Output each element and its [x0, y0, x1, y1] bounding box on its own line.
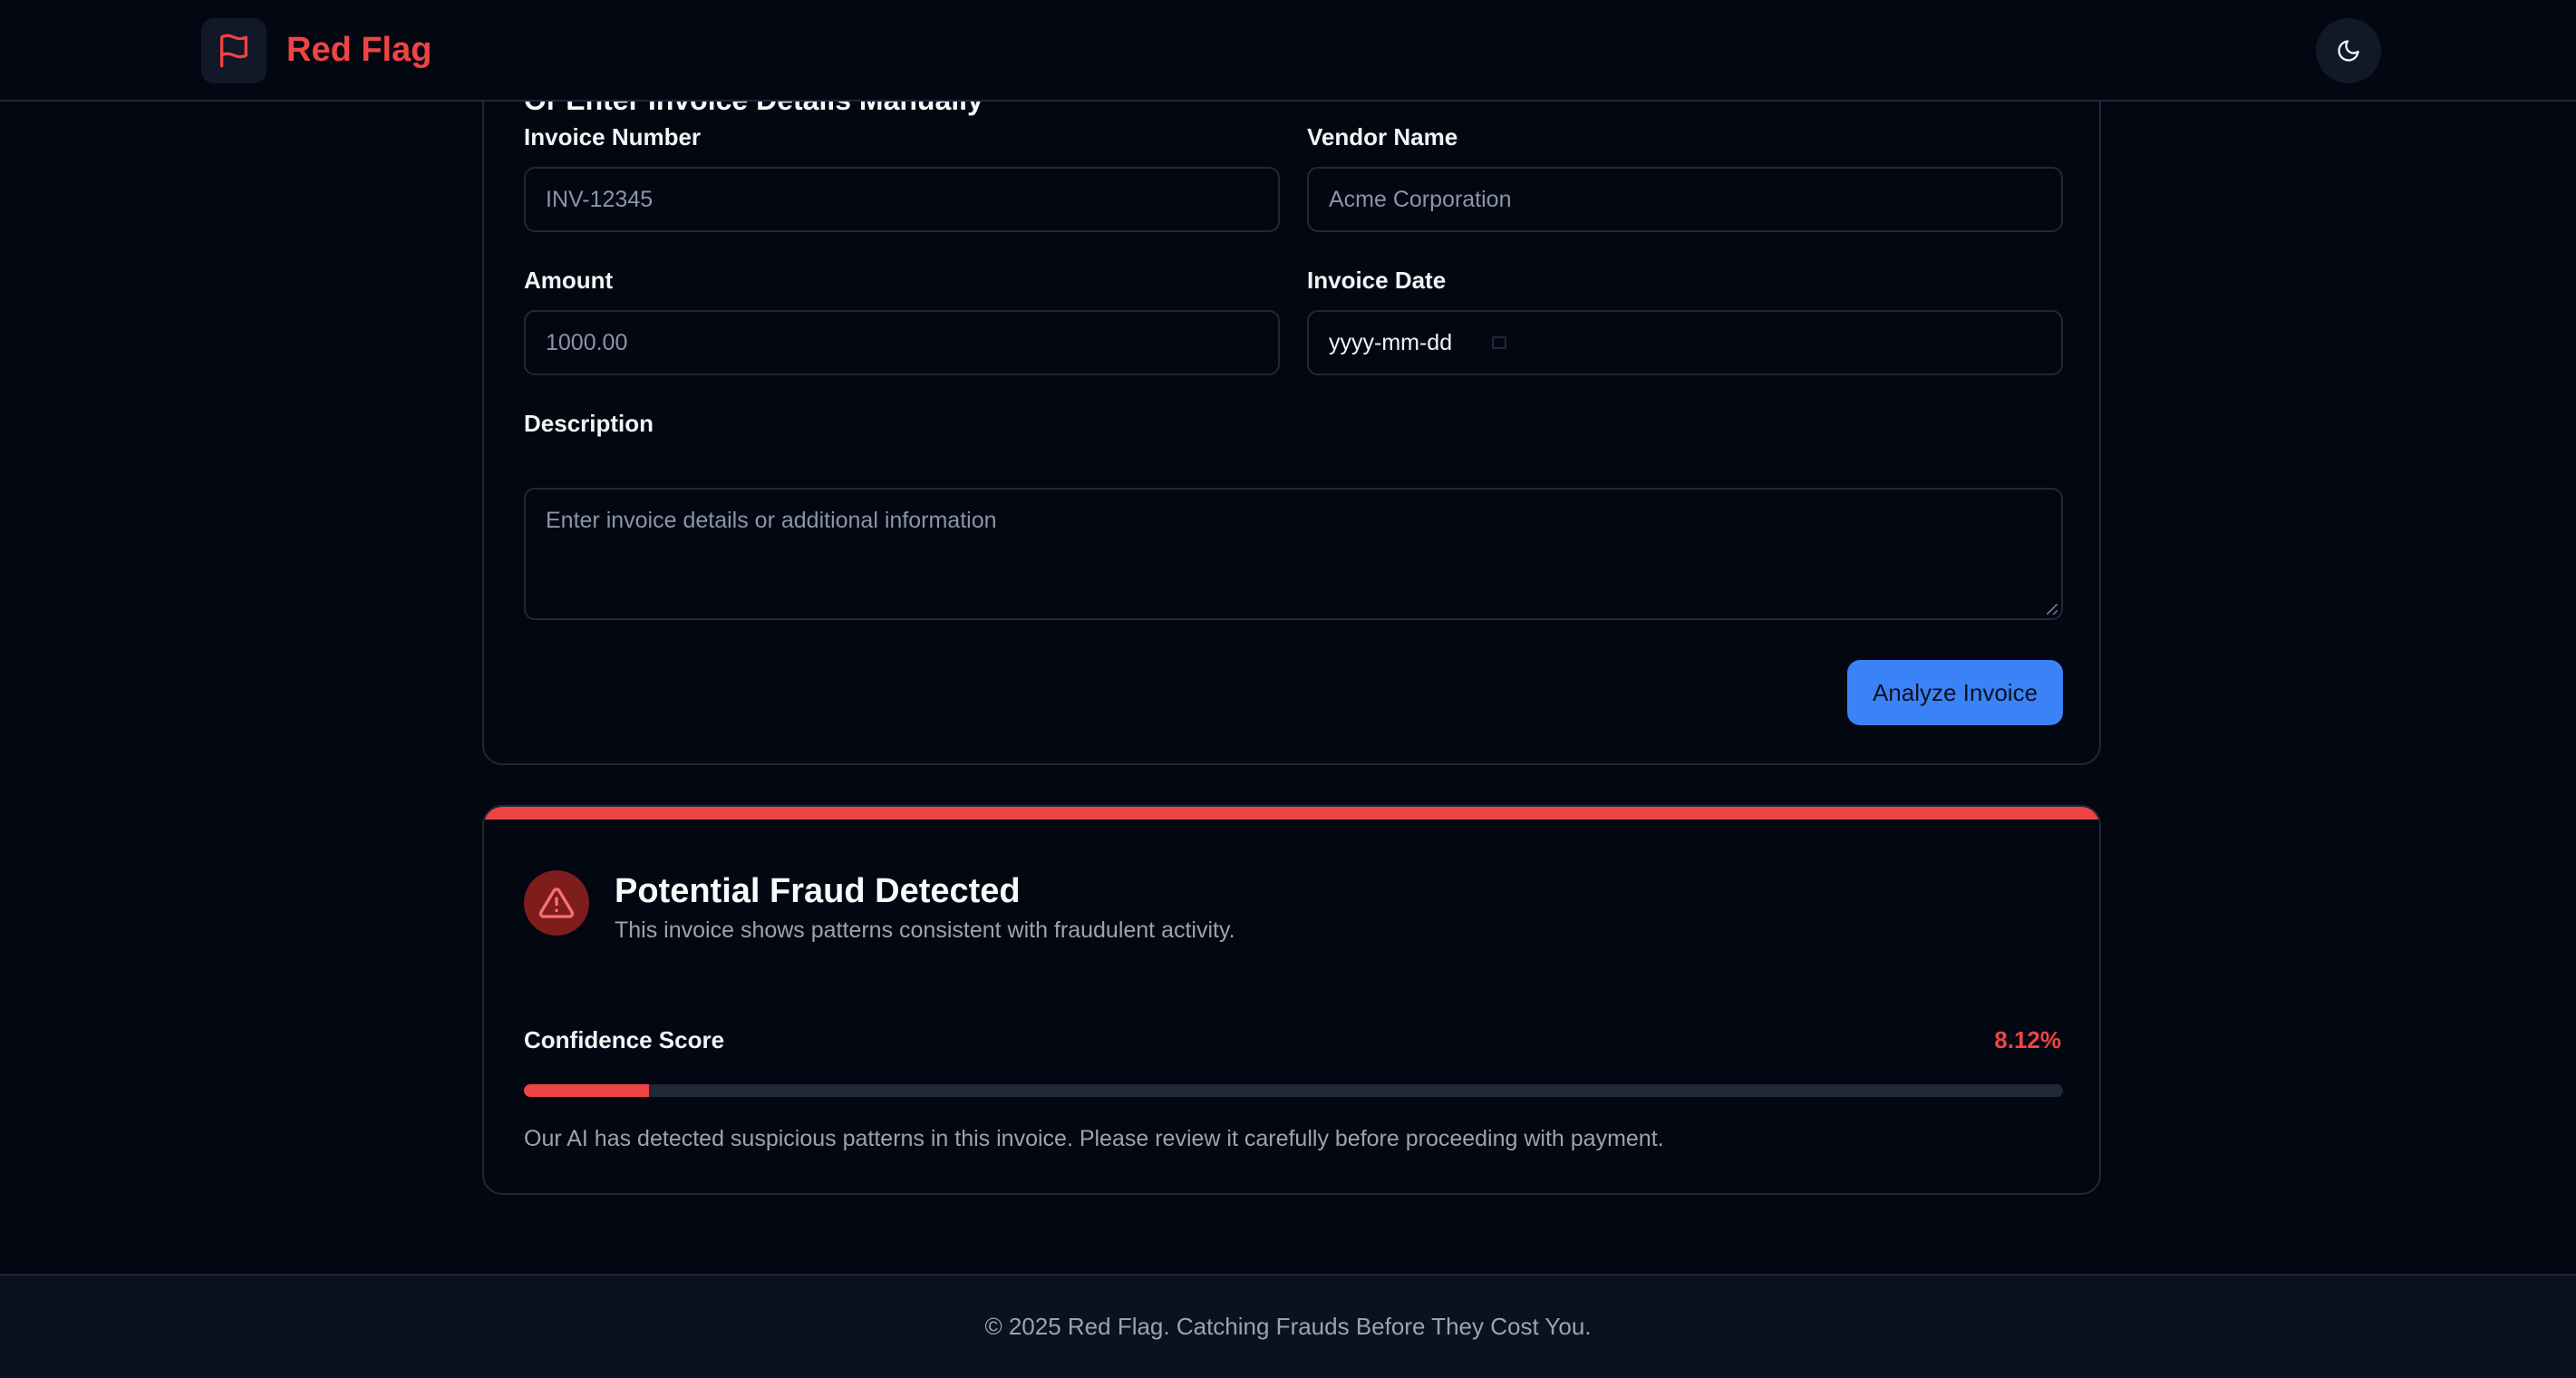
alert-triangle-icon [538, 888, 575, 918]
top-navbar: Red Flag [0, 0, 2576, 102]
invoice-date-placeholder: yyyy-mm-dd [1329, 329, 1453, 355]
amount-input[interactable]: 1000.00 [524, 310, 1280, 375]
alert-badge [524, 870, 589, 936]
confidence-progress-bar [524, 1084, 2063, 1097]
amount-label: Amount [524, 267, 614, 294]
vendor-name-input[interactable]: Acme Corporation [1307, 167, 2063, 232]
logo[interactable] [201, 18, 266, 83]
invoice-number-placeholder: INV-12345 [546, 186, 654, 212]
confidence-progress-fill [524, 1084, 649, 1097]
invoice-date-input[interactable]: yyyy-mm-dd [1307, 310, 2063, 375]
invoice-number-input[interactable]: INV-12345 [524, 167, 1280, 232]
moon-icon [2338, 40, 2359, 62]
analyze-invoice-button[interactable]: Analyze Invoice [1847, 660, 2063, 725]
resize-handle-icon[interactable] [2047, 604, 2058, 615]
footer-text: © 2025 Red Flag. Catching Frauds Before … [984, 1313, 1592, 1340]
alert-top-bar [484, 807, 2099, 820]
brand-name[interactable]: Red Flag [286, 31, 431, 70]
confidence-score-value: 8.12% [1994, 1026, 2061, 1053]
vendor-name-placeholder: Acme Corporation [1329, 186, 1512, 212]
vendor-name-label: Vendor Name [1307, 123, 1458, 150]
flag-icon [220, 34, 247, 68]
description-label: Description [524, 410, 654, 437]
result-note: Our AI has detected suspicious patterns … [524, 1126, 1664, 1151]
invoice-date-label: Invoice Date [1307, 267, 1447, 294]
invoice-number-label: Invoice Number [524, 123, 702, 150]
theme-toggle-button[interactable] [2316, 18, 2381, 83]
result-title: Potential Fraud Detected [615, 872, 1021, 910]
footer: © 2025 Red Flag. Catching Frauds Before … [0, 1274, 2576, 1378]
main-content: Or Enter Invoice Details Manually Invoic… [0, 0, 2576, 1274]
calendar-icon[interactable] [1492, 336, 1507, 349]
description-textarea[interactable]: Enter invoice details or additional info… [524, 488, 2063, 620]
confidence-score-label: Confidence Score [524, 1026, 725, 1053]
amount-placeholder: 1000.00 [546, 329, 628, 355]
description-placeholder: Enter invoice details or additional info… [546, 508, 997, 533]
result-subtitle: This invoice shows patterns consistent w… [615, 917, 1235, 943]
fraud-result-card: Potential Fraud Detected This invoice sh… [482, 805, 2101, 1195]
manual-entry-card: Or Enter Invoice Details Manually Invoic… [482, 0, 2101, 765]
